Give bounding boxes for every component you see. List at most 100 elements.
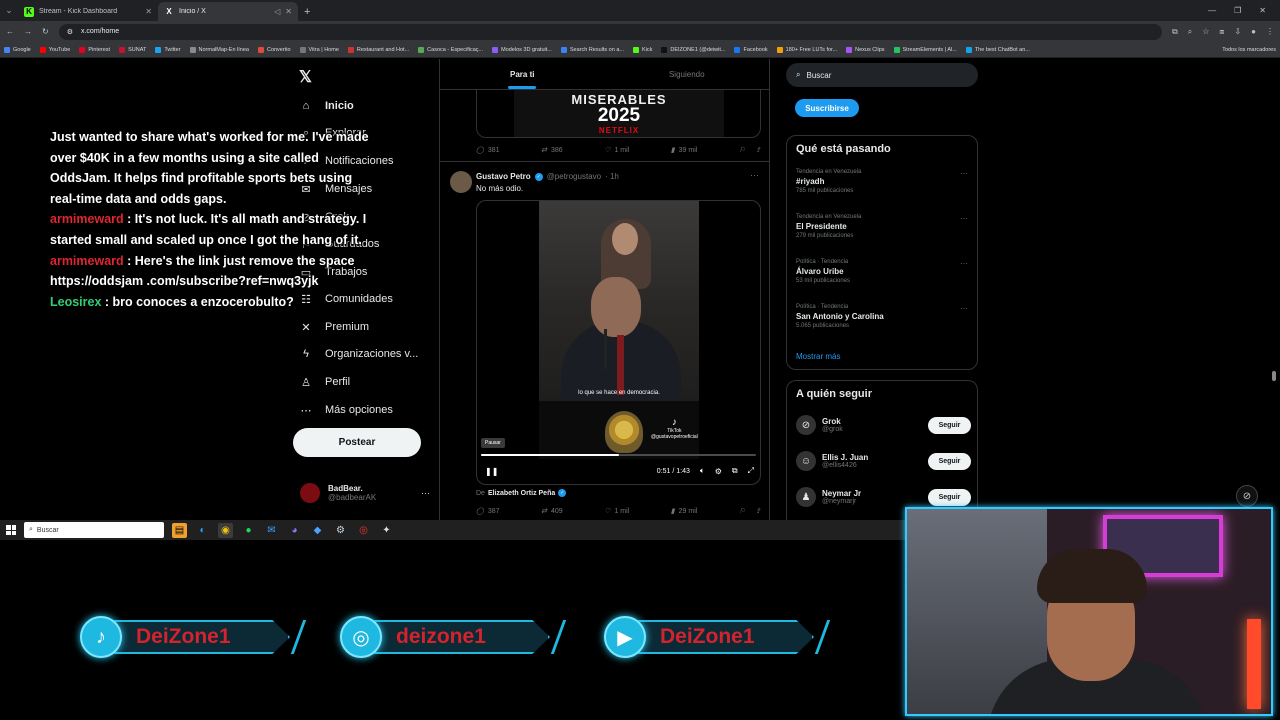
fullscreen-icon[interactable]: ⤢ (748, 466, 754, 476)
extensions-icon[interactable]: ⧈ (1219, 27, 1224, 37)
grok-icon[interactable]: ⊘ (1236, 485, 1258, 507)
more-icon[interactable]: ··· (960, 214, 968, 223)
bookmark-item[interactable]: Google (4, 46, 31, 53)
downloads-icon[interactable]: ⇩ (1234, 27, 1241, 37)
show-more-link[interactable]: Mostrar más (796, 352, 840, 361)
chrome-icon[interactable]: ◉ (218, 522, 233, 538)
bookmark-icon[interactable]: ⚐ (739, 146, 745, 154)
nav-item-inicio[interactable]: ⌂ Inicio (299, 98, 354, 114)
install-icon[interactable]: ⧉ (1172, 27, 1178, 37)
taskbar-search[interactable]: ⌕ Buscar (24, 522, 164, 538)
repost-button[interactable]: ⇄ 386 (541, 146, 563, 155)
tab-kick-dashboard[interactable]: K Stream - Kick Dashboard ✕ (18, 2, 158, 21)
menu-icon[interactable]: ⋮ (1266, 27, 1274, 37)
bookmark-item[interactable]: SUNAT (119, 46, 146, 53)
tab-for-you[interactable]: Para ti (440, 59, 605, 89)
bookmark-item[interactable]: Casoca - Especificaç... (418, 46, 483, 53)
trend-item[interactable]: Tendencia en Venezuela #riyadh 785 mil pub… (796, 169, 968, 194)
spotify-icon[interactable]: ● (241, 523, 256, 538)
bookmark-item[interactable]: NormalMap-En línea (189, 46, 249, 53)
tab-following[interactable]: Siguiendo (605, 59, 770, 89)
share-icon[interactable]: ⇪ (755, 146, 761, 154)
back-icon[interactable]: ← (6, 27, 14, 36)
edge-icon[interactable]: ◐ (195, 523, 210, 538)
more-icon[interactable]: ··· (421, 488, 430, 498)
author-handle[interactable]: @petrogustavo (547, 172, 601, 181)
subscribe-button[interactable]: Suscribirse (795, 99, 859, 117)
site-info-icon[interactable]: ⚙ (67, 28, 73, 36)
profile-avatar-icon[interactable]: ● (1251, 27, 1256, 37)
more-icon[interactable]: ··· (960, 169, 968, 178)
follow-button[interactable]: Seguir (928, 488, 971, 506)
pip-icon[interactable]: ⧉ (732, 466, 738, 476)
outlook-icon[interactable]: ✉ (264, 523, 279, 538)
maximize-icon[interactable]: ❐ (1234, 6, 1241, 15)
forward-icon[interactable]: → (24, 27, 32, 36)
more-icon[interactable]: ··· (960, 259, 968, 268)
new-tab-button[interactable]: + (298, 2, 316, 21)
nav-item-m-s-opciones[interactable]: ⋯ Más opciones (299, 402, 393, 418)
bookmark-item[interactable]: Twitter (155, 46, 181, 53)
views-button[interactable]: ▮ 39 mil (671, 146, 698, 155)
steam-icon[interactable]: ⚙ (333, 523, 348, 538)
bookmark-item[interactable]: Search Results on a... (560, 46, 624, 53)
close-tab-icon[interactable]: ✕ (285, 7, 292, 16)
bookmark-item[interactable]: Pinterest (79, 46, 110, 53)
nav-item-premium[interactable]: ✕ Premium (299, 319, 369, 335)
reload-icon[interactable]: ↻ (42, 27, 49, 36)
reply-button[interactable]: ◯ 381 (476, 146, 500, 155)
windows-start-icon[interactable] (6, 525, 16, 535)
bookmark-item[interactable]: 180+ Free LUTs for... (776, 46, 837, 53)
more-icon[interactable]: ··· (960, 304, 968, 313)
x-logo-icon[interactable]: 𝕏 (299, 67, 312, 87)
bookmark-item[interactable]: Restaurant and Hot... (347, 46, 409, 53)
zoom-icon[interactable]: ⌕ (1188, 27, 1192, 37)
pause-icon[interactable]: ❚❚ (485, 467, 498, 476)
avatar[interactable] (450, 171, 472, 193)
follow-suggestion[interactable]: ☺ Ellis J. Juan @ellis4426 Seguir (796, 449, 971, 473)
bookmark-icon[interactable]: ⚐ (739, 507, 745, 515)
scrollbar[interactable] (1271, 65, 1277, 517)
bookmark-item[interactable]: StreamElements | Al... (893, 46, 957, 53)
post-media[interactable]: MISERABLES 2025 NETFLIX (476, 90, 761, 138)
bookmark-item[interactable]: The best ChatBot an... (965, 46, 1030, 53)
bookmark-item[interactable]: YouTube (39, 46, 70, 53)
follow-suggestion[interactable]: ⊘ Grok @grok Seguir (796, 413, 971, 437)
follow-button[interactable]: Seguir (928, 416, 971, 434)
follow-button[interactable]: Seguir (928, 452, 971, 470)
url-field[interactable]: ⚙ x.com/home (58, 23, 1162, 40)
post-button[interactable]: Postear (293, 428, 421, 457)
nav-item-organizaciones-v[interactable]: ϟ Organizaciones v... (299, 346, 418, 362)
tweet-time[interactable]: · 1h (605, 172, 619, 181)
like-button[interactable]: ♡ 1 mil (604, 507, 629, 516)
bookmark-item[interactable]: Facebook (734, 46, 768, 53)
bookmark-item[interactable]: Vitra | Home (299, 46, 339, 53)
app-icon[interactable]: ◆ (310, 523, 325, 538)
trend-item[interactable]: Política · Tendencia Álvaro Uribe 53 mil p… (796, 259, 968, 284)
more-icon[interactable]: ··· (750, 170, 759, 180)
like-button[interactable]: ♡ 1 mil (604, 146, 629, 155)
app-icon[interactable]: ✦ (379, 523, 394, 538)
nav-item-perfil[interactable]: ♙ Perfil (299, 374, 350, 390)
close-tab-icon[interactable]: ✕ (145, 7, 152, 16)
repost-button[interactable]: ⇄ 409 (541, 507, 563, 516)
reply-button[interactable]: ◯ 387 (476, 507, 500, 516)
attribution-name[interactable]: Elizabeth Ortiz Peña (488, 490, 555, 497)
follow-suggestion[interactable]: ♟ Neymar Jr @neymarjr Seguir (796, 485, 971, 509)
obs-icon[interactable]: ◎ (356, 523, 371, 538)
tab-search-icon[interactable]: ⌄ (0, 0, 18, 21)
views-button[interactable]: ▮ 29 mil (671, 507, 698, 516)
video-player[interactable]: lo que se hace en democracia. ♪ TikTok @gu… (476, 200, 761, 485)
bookmark-item[interactable]: Kick (632, 46, 652, 53)
bookmark-item[interactable]: DEIZONE1 (@deiwit... (661, 46, 725, 53)
share-icon[interactable]: ⇪ (755, 507, 761, 515)
trend-item[interactable]: Tendencia en Venezuela El Presidente 279 m… (796, 214, 968, 239)
account-switcher[interactable]: BadBear. @badbearAK ··· (300, 483, 430, 503)
search-input[interactable]: ⌕ Buscar (786, 63, 978, 87)
bookmark-item[interactable]: Modelos 3D gratuit... (492, 46, 552, 53)
star-icon[interactable]: ☆ (1202, 27, 1209, 37)
tab-x-home[interactable]: X Inicio / X ◁ ✕ (158, 2, 298, 21)
author-name[interactable]: Gustavo Petro (476, 172, 531, 181)
minimize-icon[interactable]: — (1208, 6, 1216, 15)
discord-icon[interactable]: ◕ (287, 523, 302, 538)
